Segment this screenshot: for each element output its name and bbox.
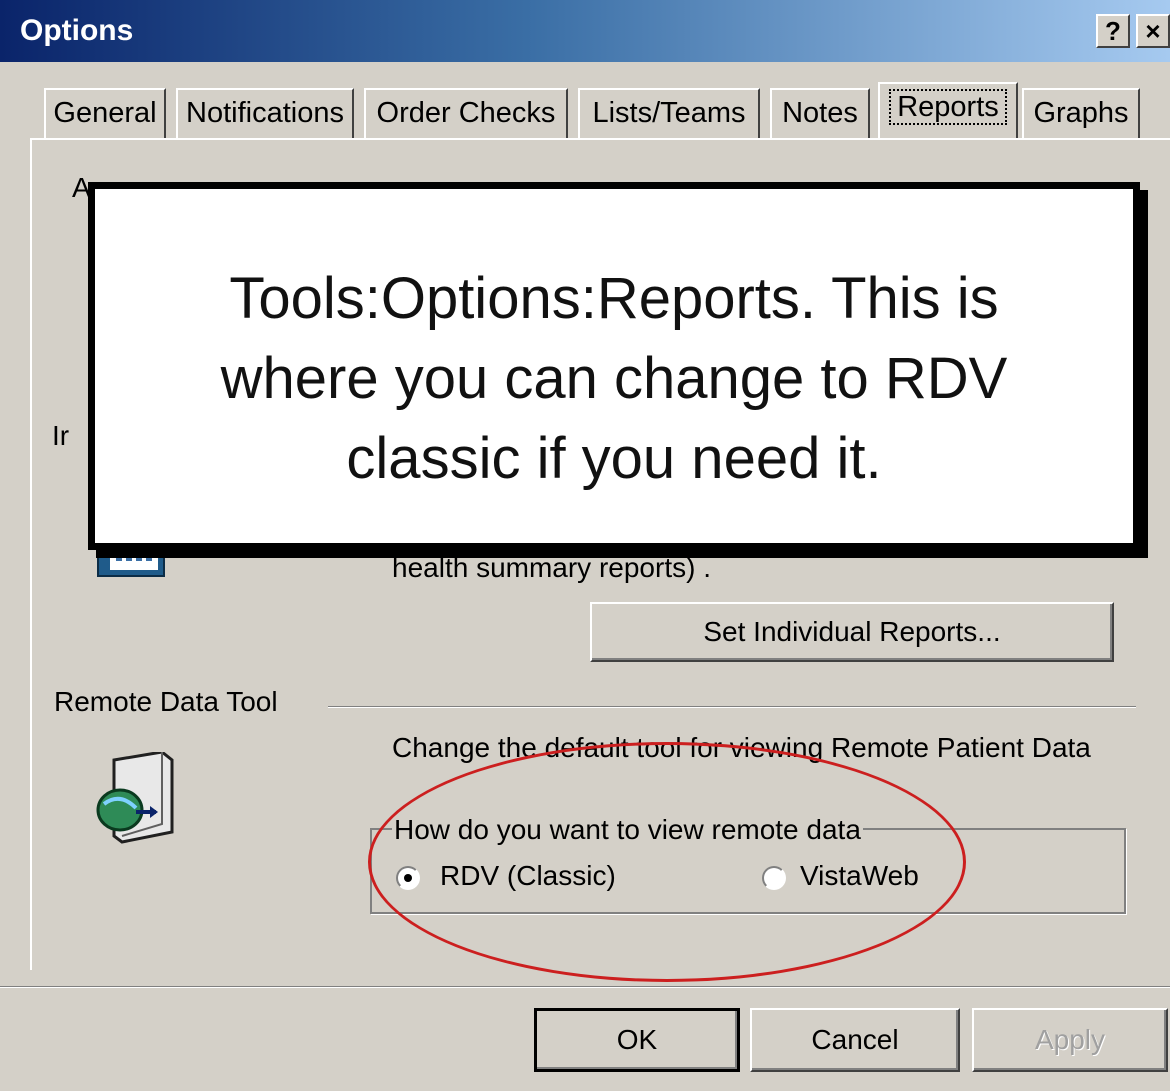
tab-notes[interactable]: Notes bbox=[770, 88, 870, 138]
callout-line-1: Tools:Options:Reports. This is bbox=[229, 266, 999, 331]
tab-graphs[interactable]: Graphs bbox=[1022, 88, 1140, 138]
annotation-callout: Tools:Options:Reports. This is where you… bbox=[88, 182, 1140, 550]
reports-icon bbox=[96, 547, 168, 578]
set-individual-reports-button[interactable]: Set Individual Reports... bbox=[590, 602, 1114, 662]
tab-lists-teams[interactable]: Lists/Teams bbox=[578, 88, 760, 138]
tab-order-checks[interactable]: Order Checks bbox=[364, 88, 568, 138]
partial-label-mid: Ir bbox=[52, 420, 70, 451]
tab-reports[interactable]: Reports bbox=[878, 82, 1018, 140]
section-separator bbox=[328, 706, 1136, 708]
help-button[interactable]: ? bbox=[1096, 14, 1130, 48]
apply-button[interactable]: Apply bbox=[972, 1008, 1168, 1072]
title-bar[interactable]: Options ? × bbox=[0, 0, 1170, 62]
callout-line-3: classic if you need it. bbox=[346, 426, 882, 491]
remote-data-icon bbox=[92, 750, 182, 848]
tab-notifications[interactable]: Notifications bbox=[176, 88, 354, 138]
tab-general[interactable]: General bbox=[44, 88, 166, 138]
options-dialog: Options ? × General Notifications Order … bbox=[0, 0, 1170, 1091]
callout-line-2: where you can change to RDV bbox=[220, 346, 1008, 411]
cancel-button[interactable]: Cancel bbox=[750, 1008, 960, 1072]
close-button[interactable]: × bbox=[1136, 14, 1170, 48]
ok-button[interactable]: OK bbox=[534, 1008, 740, 1072]
annotation-ellipse bbox=[368, 742, 966, 982]
remote-data-tool-label: Remote Data Tool bbox=[54, 686, 278, 717]
window-title: Options bbox=[20, 14, 134, 47]
callout-text: Tools:Options:Reports. This is where you… bbox=[95, 259, 1133, 499]
bottom-separator bbox=[0, 986, 1170, 988]
reports-description-tail: health summary reports) . bbox=[392, 552, 711, 583]
